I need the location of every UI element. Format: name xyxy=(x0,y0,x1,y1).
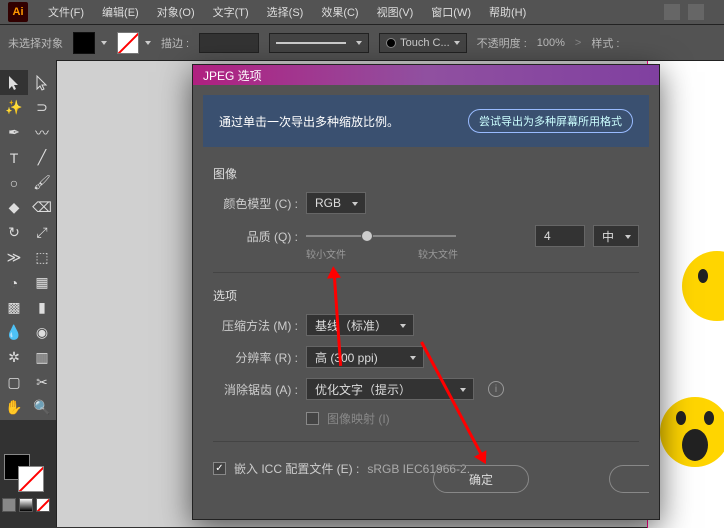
shape-builder-tool[interactable]: ◔ xyxy=(0,270,28,295)
curvature-tool[interactable]: 〰 xyxy=(28,120,56,145)
fill-swatch[interactable] xyxy=(73,32,95,54)
cancel-button[interactable] xyxy=(609,465,649,493)
banner-text: 通过单击一次导出多种缩放比例。 xyxy=(219,113,399,130)
touch-label: Touch C... xyxy=(400,37,450,49)
shaper-tool[interactable]: ◆ xyxy=(0,195,28,220)
menu-select[interactable]: 选择(S) xyxy=(259,4,312,20)
blend-tool[interactable]: ◉ xyxy=(28,320,56,345)
larger-file-label: 较大文件 xyxy=(418,246,458,261)
stroke-color[interactable] xyxy=(18,466,44,492)
zoom-tool[interactable]: 🔍 xyxy=(28,395,56,420)
opacity-value[interactable]: 100% xyxy=(537,37,565,49)
symbol-sprayer-tool[interactable]: ✲ xyxy=(0,345,28,370)
jpeg-options-dialog: JPEG 选项 通过单击一次导出多种缩放比例。 尝试导出为多种屏幕所用格式 图像… xyxy=(192,64,660,520)
stroke-weight-input[interactable] xyxy=(199,33,259,53)
section-image: 图像 xyxy=(213,165,639,182)
app-logo: Ai xyxy=(8,2,28,22)
graph-tool[interactable]: ▥ xyxy=(28,345,56,370)
ok-button[interactable]: 确定 xyxy=(433,465,529,493)
stroke-profile-dropdown[interactable] xyxy=(269,33,369,53)
emoji-graphic xyxy=(682,251,724,321)
gradient-mode[interactable] xyxy=(19,498,33,512)
menu-effect[interactable]: 效果(C) xyxy=(313,4,366,20)
search-icon[interactable] xyxy=(664,4,680,20)
imagemap-label: 图像映射 (I) xyxy=(327,410,390,427)
imagemap-checkbox xyxy=(306,412,319,425)
export-screens-button[interactable]: 尝试导出为多种屏幕所用格式 xyxy=(468,109,633,133)
chevron-down-icon xyxy=(454,41,460,45)
scale-tool[interactable]: ⤢ xyxy=(28,220,56,245)
color-mode[interactable] xyxy=(2,498,16,512)
banner: 通过单击一次导出多种缩放比例。 尝试导出为多种屏幕所用格式 xyxy=(203,95,649,147)
smaller-file-label: 较小文件 xyxy=(306,246,346,261)
menu-view[interactable]: 视图(V) xyxy=(369,4,422,20)
embed-icc-label: 嵌入 ICC 配置文件 (E) : xyxy=(234,460,359,477)
resolution-label: 分辨率 (R) : xyxy=(213,349,298,366)
color-model-dropdown[interactable]: RGB xyxy=(306,192,366,214)
embed-icc-checkbox[interactable]: ✓ xyxy=(213,462,226,475)
selection-tool[interactable] xyxy=(0,70,28,95)
slider-knob[interactable] xyxy=(361,230,373,242)
no-selection-label: 未选择对象 xyxy=(8,35,63,51)
compress-dropdown[interactable]: 基线（标准） xyxy=(306,314,414,336)
antialias-label: 消除锯齿 (A) : xyxy=(213,381,298,398)
pen-tool[interactable]: ✒ xyxy=(0,120,28,145)
dialog-title: JPEG 选项 xyxy=(193,65,659,85)
direct-selection-tool[interactable] xyxy=(28,70,56,95)
magic-wand-tool[interactable]: ✨ xyxy=(0,95,28,120)
menu-object[interactable]: 对象(O) xyxy=(149,4,203,20)
stroke-label: 描边 : xyxy=(161,35,189,51)
resolution-dropdown[interactable]: 高 (300 ppi) xyxy=(306,346,424,368)
menubar: Ai 文件(F) 编辑(E) 对象(O) 文字(T) 选择(S) 效果(C) 视… xyxy=(0,0,724,24)
quality-slider[interactable]: 较小文件 较大文件 xyxy=(306,224,527,248)
dot-icon xyxy=(386,38,396,48)
eraser-tool[interactable]: ⌫ xyxy=(28,195,56,220)
eyedropper-tool[interactable]: 💧 xyxy=(0,320,28,345)
stroke-swatch[interactable] xyxy=(117,32,139,54)
control-bar: 未选择对象 描边 : Touch C... 不透明度 : 100% > 样式 : xyxy=(0,24,724,60)
slice-tool[interactable]: ✂ xyxy=(28,370,56,395)
chevron-down-icon[interactable] xyxy=(145,41,151,45)
ellipse-tool[interactable]: ○ xyxy=(0,170,28,195)
perspective-tool[interactable]: ▦ xyxy=(28,270,56,295)
tools-panel: ✨ ⊃ ✒ 〰 T ╱ ○ 🖌 ◆ ⌫ ↻ ⤢ ≫ ⬚ ◔ ▦ ▩ ▮ 💧 ◉ … xyxy=(0,60,56,420)
arrange-icon[interactable] xyxy=(688,4,704,20)
compress-label: 压缩方法 (M) : xyxy=(213,317,298,334)
quality-preset-dropdown[interactable]: 中 xyxy=(593,225,639,247)
emoji-graphic xyxy=(660,397,724,467)
style-label: 样式 : xyxy=(591,35,619,51)
menu-file[interactable]: 文件(F) xyxy=(40,4,92,20)
opacity-label: 不透明度 : xyxy=(477,35,527,51)
line-tool[interactable]: ╱ xyxy=(28,145,56,170)
menu-help[interactable]: 帮助(H) xyxy=(481,4,534,20)
mesh-tool[interactable]: ▩ xyxy=(0,295,28,320)
quality-value-input[interactable]: 4 xyxy=(535,225,585,247)
chevron-down-icon[interactable] xyxy=(101,41,107,45)
color-model-label: 颜色模型 (C) : xyxy=(213,195,298,212)
width-tool[interactable]: ≫ xyxy=(0,245,28,270)
rotate-tool[interactable]: ↻ xyxy=(0,220,28,245)
none-mode[interactable] xyxy=(36,498,50,512)
section-options: 选项 xyxy=(213,287,639,304)
info-icon[interactable]: i xyxy=(488,381,504,397)
hand-tool[interactable]: ✋ xyxy=(0,395,28,420)
menu-type[interactable]: 文字(T) xyxy=(205,4,257,20)
free-transform-tool[interactable]: ⬚ xyxy=(28,245,56,270)
quality-label: 品质 (Q) : xyxy=(213,228,298,245)
touch-type-button[interactable]: Touch C... xyxy=(379,33,467,53)
artboard-tool[interactable]: ▢ xyxy=(0,370,28,395)
gradient-tool[interactable]: ▮ xyxy=(28,295,56,320)
menu-edit[interactable]: 编辑(E) xyxy=(94,4,147,20)
menu-window[interactable]: 窗口(W) xyxy=(423,4,479,20)
lasso-tool[interactable]: ⊃ xyxy=(28,95,56,120)
paintbrush-tool[interactable]: 🖌 xyxy=(28,170,56,195)
type-tool[interactable]: T xyxy=(0,145,28,170)
